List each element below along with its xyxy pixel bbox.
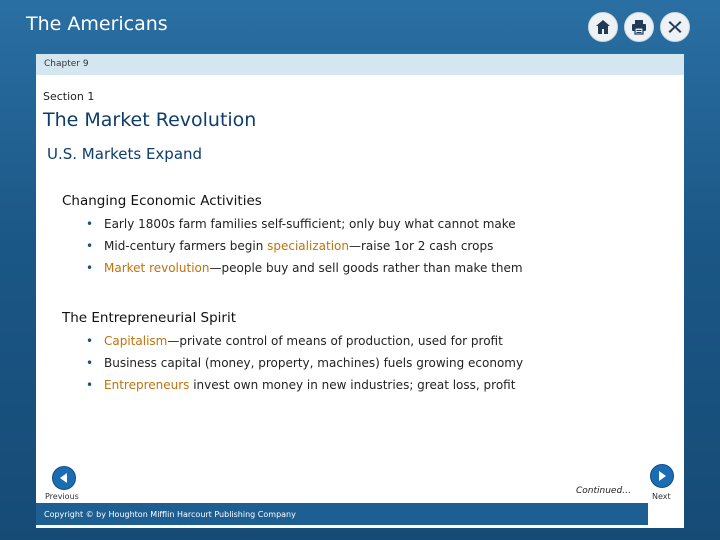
slide-content: Chapter 9 Section 1 The Market Revolutio… — [36, 54, 684, 528]
previous-label[interactable]: Previous — [45, 492, 79, 501]
next-button[interactable] — [650, 464, 674, 488]
bullet-icon: • — [86, 378, 94, 392]
next-label[interactable]: Next — [652, 492, 671, 501]
continued-label: Continued… — [576, 486, 632, 496]
bullet-icon: • — [86, 261, 94, 275]
list-item: • Early 1800s farm families self-sufficie… — [86, 213, 523, 235]
list-item: • Business capital (money, property, mach… — [86, 352, 523, 374]
arrow-right-icon — [659, 471, 666, 481]
bullet-icon: • — [86, 334, 94, 348]
bullet-list-economic-activities: • Early 1800s farm families self-sufficie… — [86, 213, 523, 279]
bullet-list-entrepreneurial-spirit: • Capitalism—private control of means of … — [86, 330, 523, 396]
close-button[interactable] — [660, 12, 690, 42]
slide-subtitle: U.S. Markets Expand — [47, 145, 203, 163]
list-item: • Market revolution—people buy and sell g… — [86, 257, 523, 279]
list-item: • Capitalism—private control of means of … — [86, 330, 523, 352]
group-heading-entrepreneurial-spirit: The Entrepreneurial Spirit — [62, 310, 236, 326]
print-button[interactable] — [624, 12, 654, 42]
arrow-left-icon — [60, 473, 67, 483]
app-title: The Americans — [26, 13, 168, 35]
bullet-icon: • — [86, 356, 94, 370]
home-button[interactable] — [588, 12, 618, 42]
home-icon — [596, 20, 610, 34]
group-heading-economic-activities: Changing Economic Activities — [62, 193, 262, 209]
list-item: • Entrepreneurs invest own money in new i… — [86, 374, 523, 396]
toolbar — [588, 12, 690, 42]
previous-button[interactable] — [52, 466, 76, 490]
list-item: • Mid-century farmers begin specializatio… — [86, 235, 523, 257]
bullet-icon: • — [86, 239, 94, 253]
close-icon — [668, 21, 682, 33]
slide-title: The Market Revolution — [43, 109, 257, 131]
chapter-label: Chapter 9 — [44, 59, 89, 69]
section-label: Section 1 — [43, 90, 95, 103]
print-icon — [632, 20, 646, 35]
bullet-icon: • — [86, 217, 94, 231]
copyright-text: Copyright © by Houghton Mifflin Harcourt… — [44, 510, 296, 519]
footer-bar: Copyright © by Houghton Mifflin Harcourt… — [36, 503, 648, 525]
chapter-bar: Chapter 9 — [36, 54, 684, 75]
